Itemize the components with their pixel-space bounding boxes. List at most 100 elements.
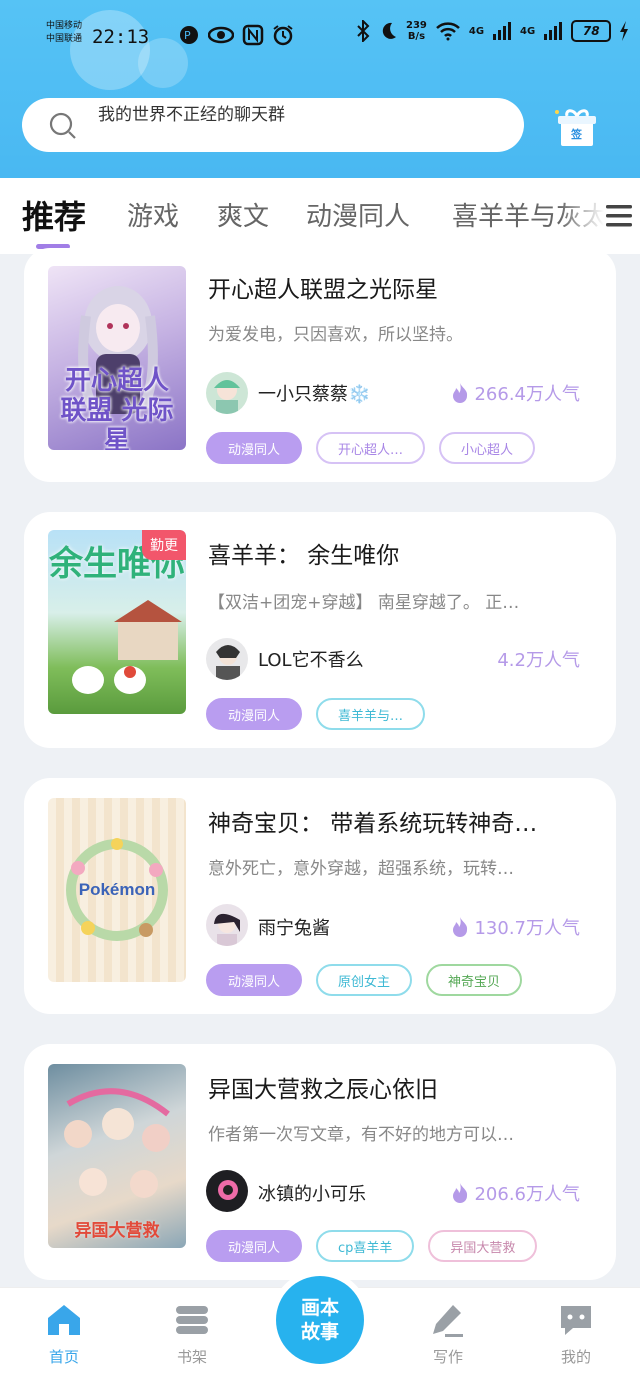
flame-icon	[453, 917, 468, 937]
picture-story-button[interactable]: 画本 故事	[276, 1276, 364, 1364]
author-avatar[interactable]	[206, 638, 248, 680]
author-avatar[interactable]	[206, 1170, 248, 1212]
app-header: 中国移动 中国联通 22:13 P 239 B/s 4G 4G 78 我的世界不…	[0, 0, 640, 178]
author-name[interactable]: 雨宁兔酱	[258, 914, 330, 940]
sign-in-gift-button[interactable]: 签	[553, 104, 601, 152]
tag[interactable]: 动漫同人	[206, 432, 303, 464]
story-cover[interactable]: 异国大营救	[48, 1064, 186, 1248]
moon-icon	[382, 22, 396, 39]
app-notification-icon: P	[180, 26, 198, 44]
popularity-value: 4.2万人气	[497, 650, 580, 671]
story-card[interactable]: Pokémon 神奇宝贝： 带着系统玩转神奇… 意外死亡，意外穿越，超强系统，玩…	[24, 778, 616, 1014]
popularity: 206.6万人气	[452, 1180, 580, 1206]
author-name[interactable]: 冰镇的小可乐	[258, 1180, 366, 1206]
signal-icon	[544, 22, 563, 40]
story-title[interactable]: 开心超人联盟之光际星	[208, 270, 588, 304]
tag[interactable]: 开心超人…	[316, 432, 426, 464]
nav-mine[interactable]: 我的	[536, 1302, 616, 1367]
speed-unit: B/s	[407, 31, 426, 42]
nav-mine-label: 我的	[560, 1348, 591, 1366]
flame-icon	[453, 1183, 468, 1203]
bookshelf-icon	[176, 1306, 208, 1334]
tab-recommend[interactable]: 推荐	[22, 192, 86, 238]
tag[interactable]: 动漫同人	[206, 698, 303, 730]
story-card[interactable]: 余生唯你 勤更 喜羊羊： 余生唯你 【双洁+团宠+穿越】 南星穿越了。 正… L…	[24, 512, 616, 748]
chat-bubble-icon	[561, 1306, 591, 1335]
search-bar[interactable]: 我的世界不正经的聊天群	[22, 98, 524, 152]
popularity-value: 130.7万人气	[474, 918, 580, 939]
tab-games[interactable]: 游戏	[127, 196, 179, 233]
nav-home-label: 首页	[48, 1348, 79, 1366]
carrier-info: 中国移动 中国联通	[46, 20, 82, 46]
popularity: 266.4万人气	[452, 380, 580, 406]
popularity-value: 206.6万人气	[474, 1184, 580, 1205]
tag-list: 动漫同人 喜羊羊与…	[206, 698, 426, 730]
carrier-2: 中国联通	[46, 34, 83, 44]
tab-shuangwen[interactable]: 爽文	[217, 196, 269, 233]
charging-icon	[620, 21, 629, 41]
story-cover[interactable]: 余生唯你 勤更	[48, 530, 186, 714]
category-tabs: 推荐 游戏 爽文 动漫同人 喜羊羊与灰太	[0, 178, 640, 254]
update-badge: 勤更	[142, 530, 186, 560]
menu-icon[interactable]	[602, 200, 634, 232]
story-description: 意外死亡，意外穿越，超强系统，玩转…	[208, 859, 514, 879]
center-button-line-1: 画本	[300, 1297, 339, 1319]
status-time: 22:13	[92, 26, 150, 48]
nav-write-label: 写作	[432, 1348, 463, 1366]
tag[interactable]: 喜羊羊与…	[316, 698, 426, 730]
avatar-image	[216, 645, 240, 680]
author-avatar[interactable]	[206, 904, 248, 946]
story-title[interactable]: 喜羊羊： 余生唯你	[208, 536, 588, 570]
svg-text:P: P	[184, 29, 191, 42]
network-type-1: 4G	[468, 25, 485, 37]
story-description: 【双洁+团宠+穿越】 南星穿越了。 正…	[208, 593, 520, 613]
status-icons-left: P	[178, 24, 294, 46]
wifi-icon	[436, 22, 460, 41]
cover-title-art: 开心超人 联盟 光际星	[60, 366, 174, 450]
nav-bookshelf-label: 书架	[176, 1348, 207, 1366]
popularity-value: 266.4万人气	[474, 384, 580, 405]
nav-home[interactable]: 首页	[24, 1302, 104, 1367]
author-name[interactable]: 一小只蔡蔡❄️	[258, 380, 370, 406]
cover-title-art: Pokémon	[78, 880, 156, 899]
battery-indicator: 78	[571, 20, 612, 42]
home-icon	[48, 1305, 80, 1335]
story-cover[interactable]: Pokémon	[48, 798, 186, 982]
carrier-1: 中国移动	[46, 21, 83, 31]
tag[interactable]: 动漫同人	[206, 964, 303, 996]
cover-title-art: 异国大营救	[74, 1221, 160, 1241]
author-avatar[interactable]	[206, 372, 248, 414]
popularity: 130.7万人气	[452, 914, 580, 940]
story-title[interactable]: 神奇宝贝： 带着系统玩转神奇…	[208, 804, 588, 838]
story-description: 为爱发电，只因喜欢，所以坚持。	[208, 325, 463, 345]
tag[interactable]: 神奇宝贝	[426, 964, 523, 996]
tag[interactable]: cp喜羊羊	[316, 1230, 415, 1262]
tag[interactable]: 异国大营救	[428, 1230, 538, 1262]
tag[interactable]: 原创女主	[316, 964, 413, 996]
story-card[interactable]: 开心超人 联盟 光际星 开心超人联盟之光际星 为爱发电，只因喜欢，所以坚持。 一…	[24, 248, 616, 482]
nfc-icon	[242, 24, 264, 46]
nav-write[interactable]: 写作	[408, 1302, 488, 1367]
popularity: 4.2万人气	[497, 646, 580, 672]
author-name[interactable]: LOL它不香么	[258, 646, 364, 672]
network-type-2: 4G	[520, 25, 536, 37]
story-cover[interactable]: 开心超人 联盟 光际星	[48, 266, 186, 450]
center-button-line-2: 故事	[300, 1321, 339, 1343]
tag[interactable]: 动漫同人	[206, 1230, 303, 1262]
eye-icon	[208, 26, 234, 44]
bluetooth-icon	[357, 20, 370, 42]
speed-value: 239	[406, 20, 427, 31]
avatar-image	[214, 380, 240, 414]
tab-anime-fanfic[interactable]: 动漫同人	[306, 196, 410, 233]
avatar-image	[218, 1180, 238, 1200]
tag-list: 动漫同人 开心超人… 小心超人	[206, 432, 536, 464]
sign-label: 签	[571, 128, 582, 141]
story-card[interactable]: 异国大营救 异国大营救之辰心依旧 作者第一次写文章，有不好的地方可以… 冰镇的小…	[24, 1044, 616, 1280]
tag[interactable]: 小心超人	[439, 432, 536, 464]
flame-icon	[453, 383, 468, 403]
nav-bookshelf[interactable]: 书架	[152, 1302, 232, 1367]
status-bar: 中国移动 中国联通 22:13 P 239 B/s 4G 4G 78	[0, 0, 640, 72]
story-title[interactable]: 异国大营救之辰心依旧	[208, 1070, 588, 1104]
signal-icon	[493, 22, 512, 40]
status-icons-right: 239 B/s 4G 4G 78	[356, 20, 629, 42]
